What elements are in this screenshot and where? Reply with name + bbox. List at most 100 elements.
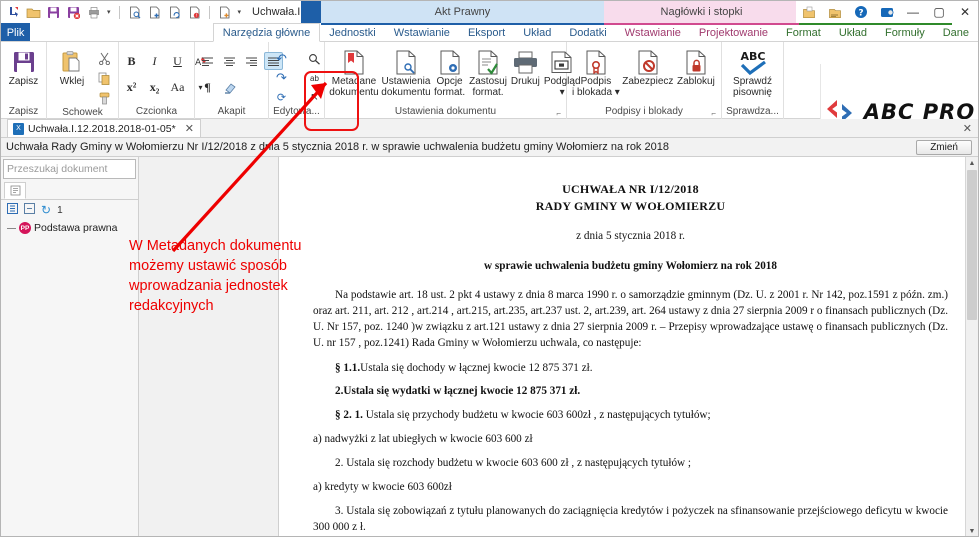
italic-icon[interactable]: I xyxy=(145,52,164,70)
document-paragraph: 2.Ustala się wydatki w łącznej kwocie 12… xyxy=(313,384,948,400)
tab-uklad[interactable]: Układ xyxy=(514,23,560,42)
ribbon-tab-strip: Plik Narzędzia główne Jednostki Wstawian… xyxy=(1,23,978,42)
close-button[interactable]: ✕ xyxy=(952,2,978,23)
open-folder-icon[interactable] xyxy=(25,4,42,21)
apply-format-label1: Zastosuj xyxy=(469,76,507,87)
tab-dodatki[interactable]: Dodatki xyxy=(560,23,615,42)
align-center-icon[interactable] xyxy=(220,52,239,70)
tree-connector xyxy=(7,227,16,229)
replace-icon[interactable]: ab xyxy=(305,69,324,87)
document-gutter-pane xyxy=(139,157,279,536)
scroll-up-icon[interactable]: ▲ xyxy=(966,157,978,170)
document-page: UCHWAŁA NR I/12/2018 RADY GMINY W WOŁOMI… xyxy=(279,157,978,536)
minimize-button[interactable]: — xyxy=(900,2,926,23)
signature-button[interactable]: Podpis i blokada ▾ xyxy=(570,46,622,99)
navigator-tab-row xyxy=(1,182,138,200)
refresh-icon[interactable]: ↻ xyxy=(41,203,51,217)
format-painter-icon[interactable] xyxy=(95,89,114,107)
bold-icon[interactable]: B xyxy=(122,52,141,70)
ribbon-group-schowek: Wklej Schowek xyxy=(47,42,119,119)
new-doc-refresh-icon[interactable] xyxy=(166,4,183,21)
highlight-icon[interactable] xyxy=(221,78,240,96)
document-tab-uchwala[interactable]: X Uchwała.I.12.2018.2018-01-05* ✕ xyxy=(7,119,201,137)
maximize-button[interactable]: ▢ xyxy=(926,2,952,23)
context-group-label: Akt Prawny xyxy=(434,6,491,18)
undo-icon[interactable]: ↶ xyxy=(272,50,291,68)
print-button[interactable]: Drukuj xyxy=(509,46,542,88)
ribbon-group-label-text: Podpisy i blokady xyxy=(605,106,683,117)
new-doc-alert-icon[interactable]: ! xyxy=(186,4,203,21)
quick-access-separator-2 xyxy=(208,5,210,19)
tab-wstawianie[interactable]: Wstawianie xyxy=(385,23,459,42)
quick-access-caret-icon[interactable]: ▾ xyxy=(105,8,113,16)
search-input[interactable] xyxy=(4,161,144,177)
save-close-icon[interactable] xyxy=(65,4,82,21)
new-doc-plus-icon[interactable] xyxy=(216,4,233,21)
save-button[interactable]: Zapisz xyxy=(4,46,43,88)
scrollbar-thumb[interactable] xyxy=(967,170,977,320)
repeat-icon[interactable]: ⟳ xyxy=(272,88,291,106)
document-settings-button[interactable]: Ustawienia dokumentu xyxy=(380,46,432,99)
new-doc-add-icon[interactable] xyxy=(146,4,163,21)
tree-item-podstawa-prawna[interactable]: PP Podstawa prawna xyxy=(1,220,138,236)
dialog-launcher-icon-podpisy[interactable]: ⌐ xyxy=(711,109,716,118)
dialog-launcher-icon-ustawienia[interactable]: ⌐ xyxy=(556,109,561,118)
tree-item-label: Podstawa prawna xyxy=(34,222,118,234)
superscript-icon[interactable]: x² xyxy=(122,78,141,96)
tab-jednostki[interactable]: Jednostki xyxy=(320,23,384,42)
find-icon[interactable] xyxy=(305,50,324,68)
spellcheck-button[interactable]: ABC Sprawdź pisownię xyxy=(725,46,780,99)
copy-icon[interactable] xyxy=(95,69,114,87)
new-doc-search-icon[interactable] xyxy=(126,4,143,21)
select-icon[interactable]: ↖ xyxy=(305,88,324,106)
legal-basis-badge-icon: PP xyxy=(19,222,31,234)
help-new-icon[interactable] xyxy=(796,2,822,23)
ribbon-group-label-ustawienia: Ustawienia dokumentu ⌐ xyxy=(328,106,563,119)
collapse-all-icon[interactable] xyxy=(24,203,35,217)
tab-formuly[interactable]: Formuły xyxy=(876,23,934,42)
change-button[interactable]: Zmień xyxy=(916,140,972,155)
paragraph-text: Ustala się przychody budżetu w kwocie 60… xyxy=(362,409,711,422)
tab-dane[interactable]: Dane xyxy=(934,23,978,42)
change-case-icon[interactable]: Aa xyxy=(168,78,187,96)
expand-all-icon[interactable] xyxy=(7,203,18,217)
subscript-icon[interactable]: x₂ xyxy=(145,78,164,96)
quick-access-caret-icon-2[interactable]: ▾ xyxy=(236,8,244,16)
format-options-button[interactable]: Opcje format. xyxy=(432,46,467,99)
document-date-line: z dnia 5 stycznia 2018 r. xyxy=(576,230,685,243)
underline-icon[interactable]: U xyxy=(168,52,187,70)
align-left-icon[interactable] xyxy=(198,52,217,70)
tab-format[interactable]: Format xyxy=(777,23,830,42)
tab-uklad-arkusz[interactable]: Układ xyxy=(830,23,876,42)
tab-eksport[interactable]: Eksport xyxy=(459,23,514,42)
ribbon-group-podpisy: Podpis i blokada ▾ Zabezpiecz Zablokuj P… xyxy=(567,42,722,119)
document-viewer[interactable]: UCHWAŁA NR I/12/2018 RADY GMINY W WOŁOMI… xyxy=(279,157,978,536)
lock-button[interactable]: Zablokuj xyxy=(674,46,718,88)
apply-format-button[interactable]: Zastosuj format. xyxy=(467,46,509,99)
outline-tab-icon[interactable] xyxy=(4,182,26,199)
support-icon[interactable] xyxy=(874,2,900,23)
close-all-tabs-icon[interactable]: ✕ xyxy=(963,122,972,135)
help-question-icon[interactable]: ? xyxy=(848,2,874,23)
close-icon[interactable]: ✕ xyxy=(185,122,194,135)
print-preview-icon[interactable] xyxy=(85,4,102,21)
document-paragraph: 2. Ustala się rozchody budżetu w kwocie … xyxy=(313,456,948,472)
show-marks-icon[interactable]: ¶ xyxy=(198,78,217,96)
help-docs-icon[interactable] xyxy=(822,2,848,23)
document-metadata-button[interactable]: Metadane dokumentu xyxy=(328,46,380,99)
scroll-down-icon[interactable]: ▼ xyxy=(966,525,978,536)
document-vertical-scrollbar[interactable]: ▲ ▼ xyxy=(965,157,978,536)
search-box[interactable] xyxy=(3,159,159,179)
item-count: 1 xyxy=(57,204,63,216)
tab-projektowanie[interactable]: Projektowanie xyxy=(690,23,777,42)
redo-icon[interactable]: ↷ xyxy=(272,69,291,87)
align-right-icon[interactable] xyxy=(242,52,261,70)
cut-icon[interactable] xyxy=(95,49,114,67)
tab-plik[interactable]: Plik xyxy=(1,23,31,42)
paste-button[interactable]: Wklej xyxy=(50,46,94,88)
protect-button[interactable]: Zabezpiecz xyxy=(622,46,674,88)
tab-narzedzia-glowne[interactable]: Narzędzia główne xyxy=(212,23,321,42)
tab-wstawianie-naglowki[interactable]: Wstawianie xyxy=(616,23,690,42)
svg-text:!: ! xyxy=(195,13,197,19)
save-icon[interactable] xyxy=(45,4,62,21)
